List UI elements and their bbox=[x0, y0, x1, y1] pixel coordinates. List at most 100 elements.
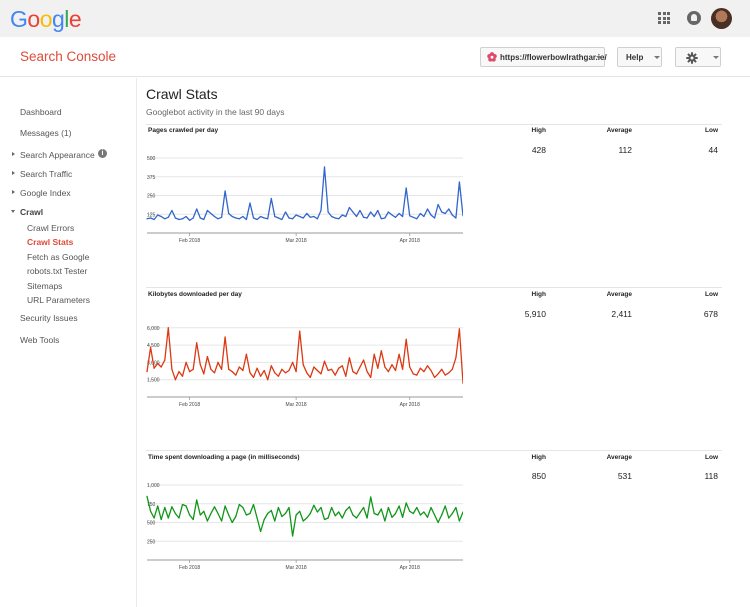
data-point bbox=[231, 215, 233, 218]
data-point bbox=[345, 215, 347, 218]
data-point bbox=[430, 369, 432, 372]
data-point bbox=[348, 206, 350, 209]
data-point bbox=[338, 511, 340, 513]
data-point bbox=[380, 218, 382, 220]
sidebar-item-search-appearance[interactable]: Search Appearance i bbox=[12, 149, 107, 160]
download-time-chart[interactable]: 1,000750500250Feb 2018 Mar 2018 Apr 2018 bbox=[145, 481, 463, 581]
help-label: Help bbox=[626, 53, 644, 62]
sidebar-item-web-tools[interactable]: Web Tools bbox=[20, 335, 59, 345]
data-point bbox=[167, 216, 169, 218]
data-point bbox=[281, 218, 283, 221]
site-selector[interactable]: https://flowerbowlrathgar.ie/ bbox=[480, 47, 607, 67]
data-point bbox=[405, 338, 407, 340]
data-point bbox=[189, 514, 191, 516]
data-point bbox=[242, 506, 244, 509]
data-point bbox=[181, 503, 184, 506]
sidebar-item-security-issues[interactable]: Security Issues bbox=[20, 313, 78, 323]
sidebar-item-dashboard[interactable]: Dashboard bbox=[20, 107, 62, 117]
data-point bbox=[380, 350, 382, 352]
notifications-icon[interactable] bbox=[687, 11, 701, 25]
section-divider bbox=[146, 124, 722, 125]
page-subtitle: Googlebot activity in the last 90 days bbox=[146, 107, 285, 117]
x-tick-label: Apr 2018 bbox=[400, 238, 421, 244]
average-header: Average bbox=[606, 291, 632, 298]
sidebar-item-robots-tester[interactable]: robots.txt Tester bbox=[27, 266, 87, 276]
data-point bbox=[150, 510, 152, 512]
data-point bbox=[331, 368, 333, 370]
data-point bbox=[434, 376, 436, 378]
sidebar-item-sitemaps[interactable]: Sitemaps bbox=[27, 281, 62, 291]
data-point bbox=[288, 217, 290, 219]
data-point bbox=[341, 214, 343, 216]
search-console-header: Search Console https://flowerbowlrathgar… bbox=[0, 37, 750, 77]
data-point bbox=[281, 515, 283, 518]
data-point bbox=[370, 376, 372, 378]
data-point bbox=[309, 512, 311, 515]
info-icon[interactable]: i bbox=[98, 149, 107, 158]
high-header: High bbox=[531, 291, 546, 298]
google-logo[interactable]: Google bbox=[10, 6, 82, 33]
data-point bbox=[221, 520, 223, 522]
data-point bbox=[366, 217, 368, 219]
sidebar-item-messages[interactable]: Messages (1) bbox=[20, 128, 72, 138]
sidebar-item-fetch-as-google[interactable]: Fetch as Google bbox=[27, 252, 89, 262]
data-point bbox=[387, 506, 389, 509]
data-point bbox=[284, 512, 287, 515]
data-point bbox=[426, 208, 429, 210]
data-point bbox=[263, 518, 265, 521]
data-point bbox=[455, 506, 457, 509]
data-point bbox=[267, 379, 269, 381]
data-point bbox=[252, 217, 255, 219]
sidebar-item-crawl-errors[interactable]: Crawl Errors bbox=[27, 223, 74, 233]
data-point bbox=[444, 505, 446, 507]
kilobytes-chart[interactable]: 6,0004,5003,0001,500Feb 2018 Mar 2018 Apr … bbox=[145, 318, 463, 418]
data-point bbox=[437, 521, 439, 524]
data-point bbox=[245, 218, 247, 221]
settings-button[interactable] bbox=[675, 47, 721, 67]
y-tick-label: 250 bbox=[147, 194, 156, 200]
sidebar-item-search-traffic[interactable]: Search Traffic bbox=[12, 169, 72, 179]
data-point bbox=[419, 212, 421, 215]
average-value: 112 bbox=[618, 145, 632, 155]
data-point bbox=[348, 506, 350, 508]
product-title[interactable]: Search Console bbox=[20, 49, 116, 64]
data-point bbox=[419, 514, 421, 516]
data-point bbox=[238, 218, 240, 220]
data-point bbox=[242, 369, 244, 372]
data-point bbox=[199, 217, 201, 219]
data-point bbox=[277, 375, 279, 377]
data-point bbox=[256, 517, 258, 519]
data-point bbox=[238, 366, 240, 368]
data-point bbox=[373, 215, 375, 218]
average-header: Average bbox=[606, 454, 632, 461]
pages-crawled-chart[interactable]: 500 375 250 125 Feb 2018 Mar 2018 Apr 2018 bbox=[145, 154, 463, 254]
site-favicon-icon bbox=[487, 52, 497, 62]
data-point bbox=[384, 217, 386, 219]
data-point bbox=[260, 375, 262, 377]
data-point bbox=[167, 327, 169, 329]
sidebar-item-label: Google Index bbox=[20, 188, 71, 198]
sidebar-item-url-parameters[interactable]: URL Parameters bbox=[27, 295, 90, 305]
data-point bbox=[320, 209, 322, 212]
data-point bbox=[405, 502, 407, 504]
sidebar-item-google-index[interactable]: Google Index bbox=[12, 188, 71, 198]
data-point bbox=[260, 215, 262, 218]
help-button[interactable]: Help bbox=[617, 47, 662, 67]
data-point bbox=[217, 512, 219, 515]
sidebar-item-crawl-stats[interactable]: Crawl Stats bbox=[27, 237, 73, 247]
data-point bbox=[224, 505, 226, 507]
x-tick-label: Mar 2018 bbox=[286, 565, 307, 571]
apps-icon[interactable] bbox=[658, 12, 670, 24]
account-avatar[interactable] bbox=[711, 8, 732, 29]
high-header: High bbox=[531, 454, 546, 461]
data-point bbox=[458, 328, 460, 330]
data-point bbox=[391, 364, 393, 366]
data-point bbox=[256, 367, 258, 369]
data-point bbox=[153, 218, 155, 221]
data-point bbox=[359, 366, 361, 368]
section-divider bbox=[146, 287, 722, 288]
data-point bbox=[295, 371, 297, 373]
data-point bbox=[160, 366, 162, 368]
sidebar-item-crawl[interactable]: Crawl bbox=[11, 207, 43, 217]
data-point bbox=[313, 504, 315, 506]
